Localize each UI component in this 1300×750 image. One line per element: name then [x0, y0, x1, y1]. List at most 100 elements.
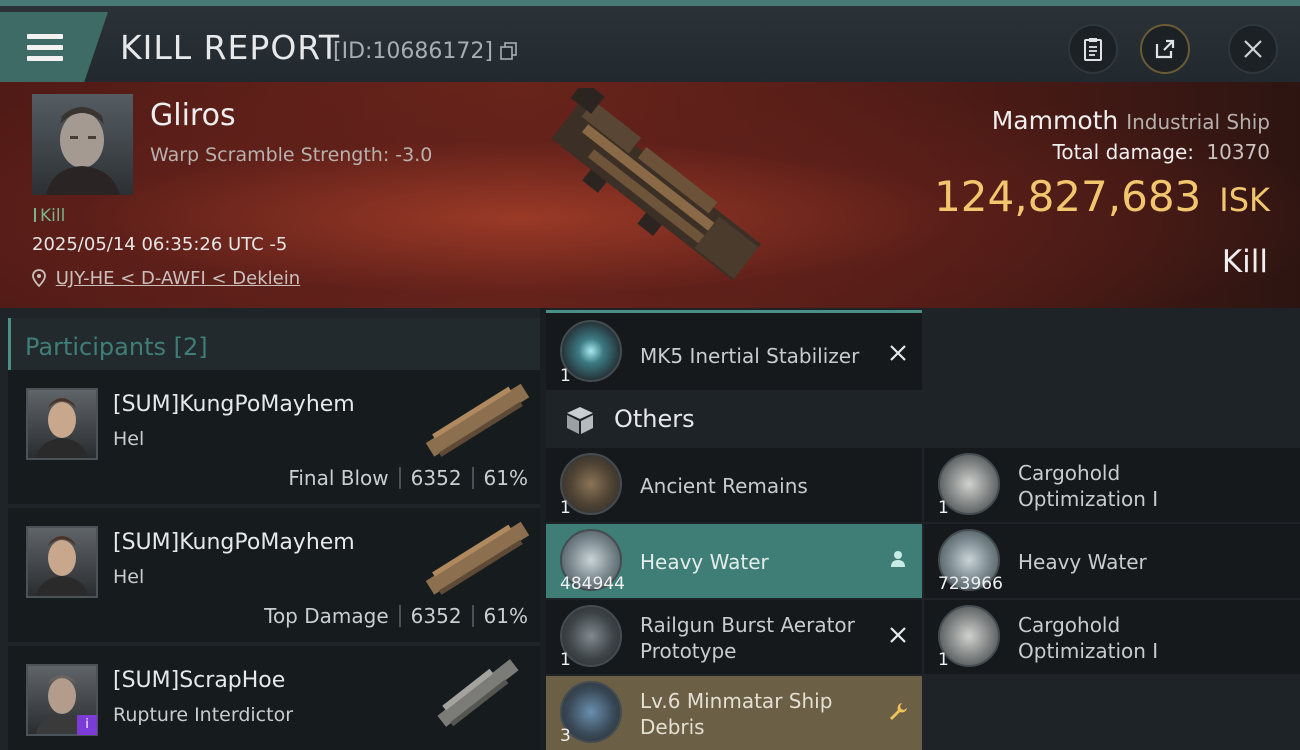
participant-row[interactable]: [SUM]KungPoMayhem Hel Final Blow 6352 61%: [8, 370, 540, 504]
participant-row[interactable]: i [SUM]ScrapHoe Rupture Interdictor: [8, 646, 540, 750]
total-damage-label: Total damage:: [1052, 140, 1195, 164]
panel-divider: [546, 310, 922, 313]
page-title: KILL REPORT: [120, 28, 340, 67]
items-panel: 1 MK5 Inertial Stabilizer Others 1 Ancie…: [546, 308, 1300, 750]
warp-scramble-strength: Warp Scramble Strength: -3.0: [150, 144, 433, 166]
item-name: Ancient Remains: [640, 474, 808, 498]
item-name: Railgun Burst Aerator Prototype: [640, 613, 855, 663]
victim-ship-image: [551, 88, 762, 281]
participant-percent: 61%: [483, 466, 528, 490]
pilot-face-icon: [36, 398, 88, 458]
item-row[interactable]: 3 Lv.6 Minmatar Ship Debris: [546, 676, 922, 750]
participant-ship: Hel: [113, 428, 145, 450]
item-qty: 484944: [560, 574, 625, 594]
victim-ship[interactable]: Mammoth Industrial Ship: [992, 106, 1270, 135]
item-name: MK5 Inertial Stabilizer: [640, 344, 860, 368]
location-pin-icon: [32, 269, 46, 288]
participant-damage: 6352: [410, 604, 462, 628]
destroyed-icon: [890, 475, 906, 491]
isk-unit: ISK: [1219, 181, 1270, 219]
participant-percent: 61%: [483, 604, 528, 628]
avatar[interactable]: i: [26, 664, 98, 736]
participant-ship: Hel: [113, 566, 145, 588]
others-section-header: Others: [546, 392, 922, 446]
share-icon: [1155, 39, 1175, 59]
participants-header: Participants [2]: [8, 318, 540, 374]
dropped-person-icon: [891, 551, 905, 567]
outcome-label: Kill: [1221, 244, 1268, 280]
item-row[interactable]: 1 Cargohold Optimization I: [924, 600, 1300, 674]
avatar[interactable]: [26, 388, 98, 460]
participant-damage: 6352: [410, 466, 462, 490]
share-button[interactable]: [1140, 24, 1190, 74]
isk-value: 124,827,683 ISK: [934, 172, 1270, 221]
item-row[interactable]: 1 Cargohold Optimization I: [924, 448, 1300, 522]
item-qty: 1: [938, 498, 949, 518]
item-row[interactable]: 1 MK5 Inertial Stabilizer: [546, 310, 922, 390]
item-name: Heavy Water: [640, 550, 769, 574]
close-button[interactable]: [1228, 24, 1278, 74]
kill-location[interactable]: UJY-HE < D-AWFI < Deklein: [32, 268, 300, 289]
item-row[interactable]: 484944 Heavy Water: [546, 524, 922, 598]
pilot-face-icon: [36, 536, 88, 596]
kill-tag: Kill: [34, 206, 65, 226]
item-name: Heavy Water: [1018, 550, 1147, 574]
hamburger-icon: [27, 34, 63, 67]
info-badge: i: [77, 715, 97, 735]
copy-icon[interactable]: [500, 42, 518, 60]
participant-row[interactable]: [SUM]KungPoMayhem Hel Top Damage 6352 61%: [8, 508, 540, 642]
participant-ship-image: [437, 659, 519, 727]
item-qty: 1: [560, 498, 571, 518]
avatar[interactable]: [26, 526, 98, 598]
destroyed-icon: [1268, 627, 1284, 643]
item-qty: 1: [560, 366, 571, 386]
participant-ship: Rupture Interdictor: [113, 704, 293, 726]
pilot-face-icon: [46, 107, 120, 195]
ship-class: Industrial Ship: [1126, 110, 1270, 134]
item-qty: 723966: [938, 574, 1003, 594]
participant-name[interactable]: [SUM]KungPoMayhem: [113, 530, 355, 555]
menu-button[interactable]: [0, 12, 108, 82]
report-id: [ID:10686172]: [333, 39, 493, 64]
participant-name[interactable]: [SUM]ScrapHoe: [113, 668, 285, 693]
item-name: Lv.6 Minmatar Ship Debris: [640, 689, 833, 739]
clipboard-icon: [1084, 38, 1102, 61]
destroyed-icon: [890, 627, 906, 643]
total-damage-value: 10370: [1206, 140, 1270, 164]
close-icon: [1244, 40, 1262, 58]
item-row[interactable]: 1 Railgun Burst Aerator Prototype: [546, 600, 922, 674]
kill-summary-banner: Gliros Warp Scramble Strength: -3.0 Kill…: [0, 82, 1300, 308]
participant-stats: Final Blow 6352 61%: [288, 466, 528, 490]
clipboard-button[interactable]: [1068, 24, 1118, 74]
ship-name: Mammoth: [991, 106, 1119, 135]
participant-ship-image: [425, 383, 530, 457]
participant-stats: Top Damage 6352 61%: [264, 604, 528, 628]
isk-amount: 124,827,683: [934, 172, 1202, 221]
participant-role: Final Blow: [288, 466, 389, 490]
title-bar: KILL REPORT [ID:10686172]: [0, 0, 1300, 82]
participant-name[interactable]: [SUM]KungPoMayhem: [113, 392, 355, 417]
total-damage: Total damage: 10370: [1053, 140, 1270, 164]
destroyed-icon: [890, 345, 906, 361]
destroyed-icon: [1268, 475, 1284, 491]
participants-panel: Participants [2] [SUM]KungPoMayhem Hel F…: [0, 308, 540, 750]
kill-datetime: 2025/05/14 06:35:26 UTC -5: [32, 234, 288, 255]
item-row[interactable]: 723966 Heavy Water: [924, 524, 1300, 598]
item-name: Cargohold Optimization I: [1018, 613, 1159, 663]
item-row[interactable]: 1 Ancient Remains: [546, 448, 922, 522]
destroyed-icon: [1268, 551, 1284, 567]
item-qty: 1: [560, 650, 571, 670]
wrench-icon: [890, 703, 907, 720]
cube-icon: [567, 407, 593, 434]
participant-role: Top Damage: [264, 604, 389, 628]
location-link[interactable]: UJY-HE < D-AWFI < Deklein: [56, 268, 300, 289]
item-qty: 3: [560, 726, 571, 746]
others-label: Others: [614, 405, 695, 433]
participant-ship-image: [425, 521, 530, 595]
participants-count: [2]: [173, 333, 208, 361]
victim-name[interactable]: Gliros: [150, 98, 236, 133]
participants-label: Participants: [25, 333, 166, 361]
item-name: Cargohold Optimization I: [1018, 461, 1159, 511]
victim-portrait[interactable]: [32, 94, 133, 195]
item-qty: 1: [938, 650, 949, 670]
